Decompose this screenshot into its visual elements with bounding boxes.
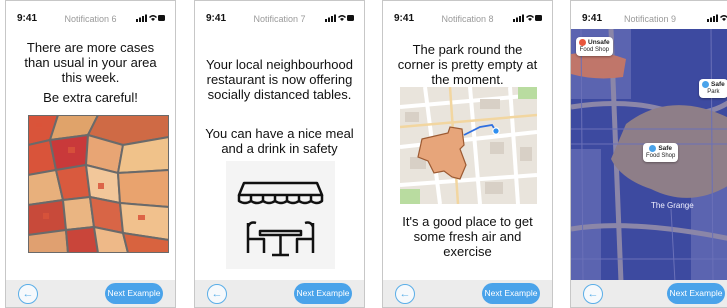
status-bar: 9:41 Notification 7 [195,1,364,31]
message-emphasis: Be extra careful! [43,90,138,105]
phone-screen-notification-8: 9:41 Notification 8 The park round the c… [382,0,553,308]
next-example-button[interactable]: Next Example [667,283,725,304]
status-bar: 9:41 Notification 8 [383,1,552,31]
status-icons [707,14,727,22]
status-bar: 9:41 Notification 9 [571,1,727,31]
status-icons [325,14,354,22]
back-button[interactable]: ← [207,284,227,304]
pin-status: Safe [658,145,673,153]
next-example-button[interactable]: Next Example [482,283,540,304]
back-button[interactable]: ← [18,284,38,304]
arrow-left-icon: ← [587,288,599,300]
arrow-left-icon: ← [22,288,34,300]
status-dot-icon [579,39,586,46]
message-detail: It's a good place to get some fresh air … [402,214,533,259]
phone-screen-notification-6: 9:41 Notification 6 There are more cases… [5,0,176,308]
footer-bar: ← Next Example [6,280,175,307]
map-area-label: The Grange [651,201,694,210]
arrow-left-icon: ← [399,288,411,300]
message-text: The park round the corner is pretty empt… [397,42,538,87]
back-button[interactable]: ← [583,284,603,304]
message-detail: You can have a nice meal and a drink in … [205,126,354,156]
status-icons [513,14,542,22]
footer-bar: ← Next Example [571,280,727,307]
next-example-button[interactable]: Next Example [105,283,163,304]
footer-bar: ← Next Example [195,280,364,307]
back-button[interactable]: ← [395,284,415,304]
map-pin-unsafe-food-shop[interactable]: Unsafe Food Shop [576,37,613,57]
phone-screen-notification-7: 9:41 Notification 7 Your local neighbour… [194,0,365,308]
next-example-button[interactable]: Next Example [294,283,352,304]
status-dot-icon [649,145,657,152]
status-icons [136,14,165,22]
pin-place: Food Shop [646,153,676,160]
message-text: There are more cases than usual in your … [24,40,157,85]
status-dot-icon [702,81,709,88]
status-bar: 9:41 Notification 6 [6,1,175,31]
arrow-left-icon: ← [211,288,223,300]
restaurant-table-icon [226,161,335,269]
pin-place: Food Shop [579,47,610,54]
pin-status: Unsafe [588,39,610,47]
park-route-map [400,87,537,204]
map-pin-safe-park[interactable]: Safe Park [699,79,727,99]
message-text: Your local neighbourhood restaurant is n… [206,57,353,102]
case-density-map [28,115,169,253]
map-pin-safe-food-shop[interactable]: Safe Food Shop [643,143,679,163]
pin-place: Park [707,89,720,96]
screen-title: Notification 9 [623,14,677,24]
footer-bar: ← Next Example [383,280,552,307]
pin-status: Safe [711,81,725,89]
phone-screen-notification-9: 9:41 Notification 9 Unsafe Food Shop Saf… [570,0,727,308]
